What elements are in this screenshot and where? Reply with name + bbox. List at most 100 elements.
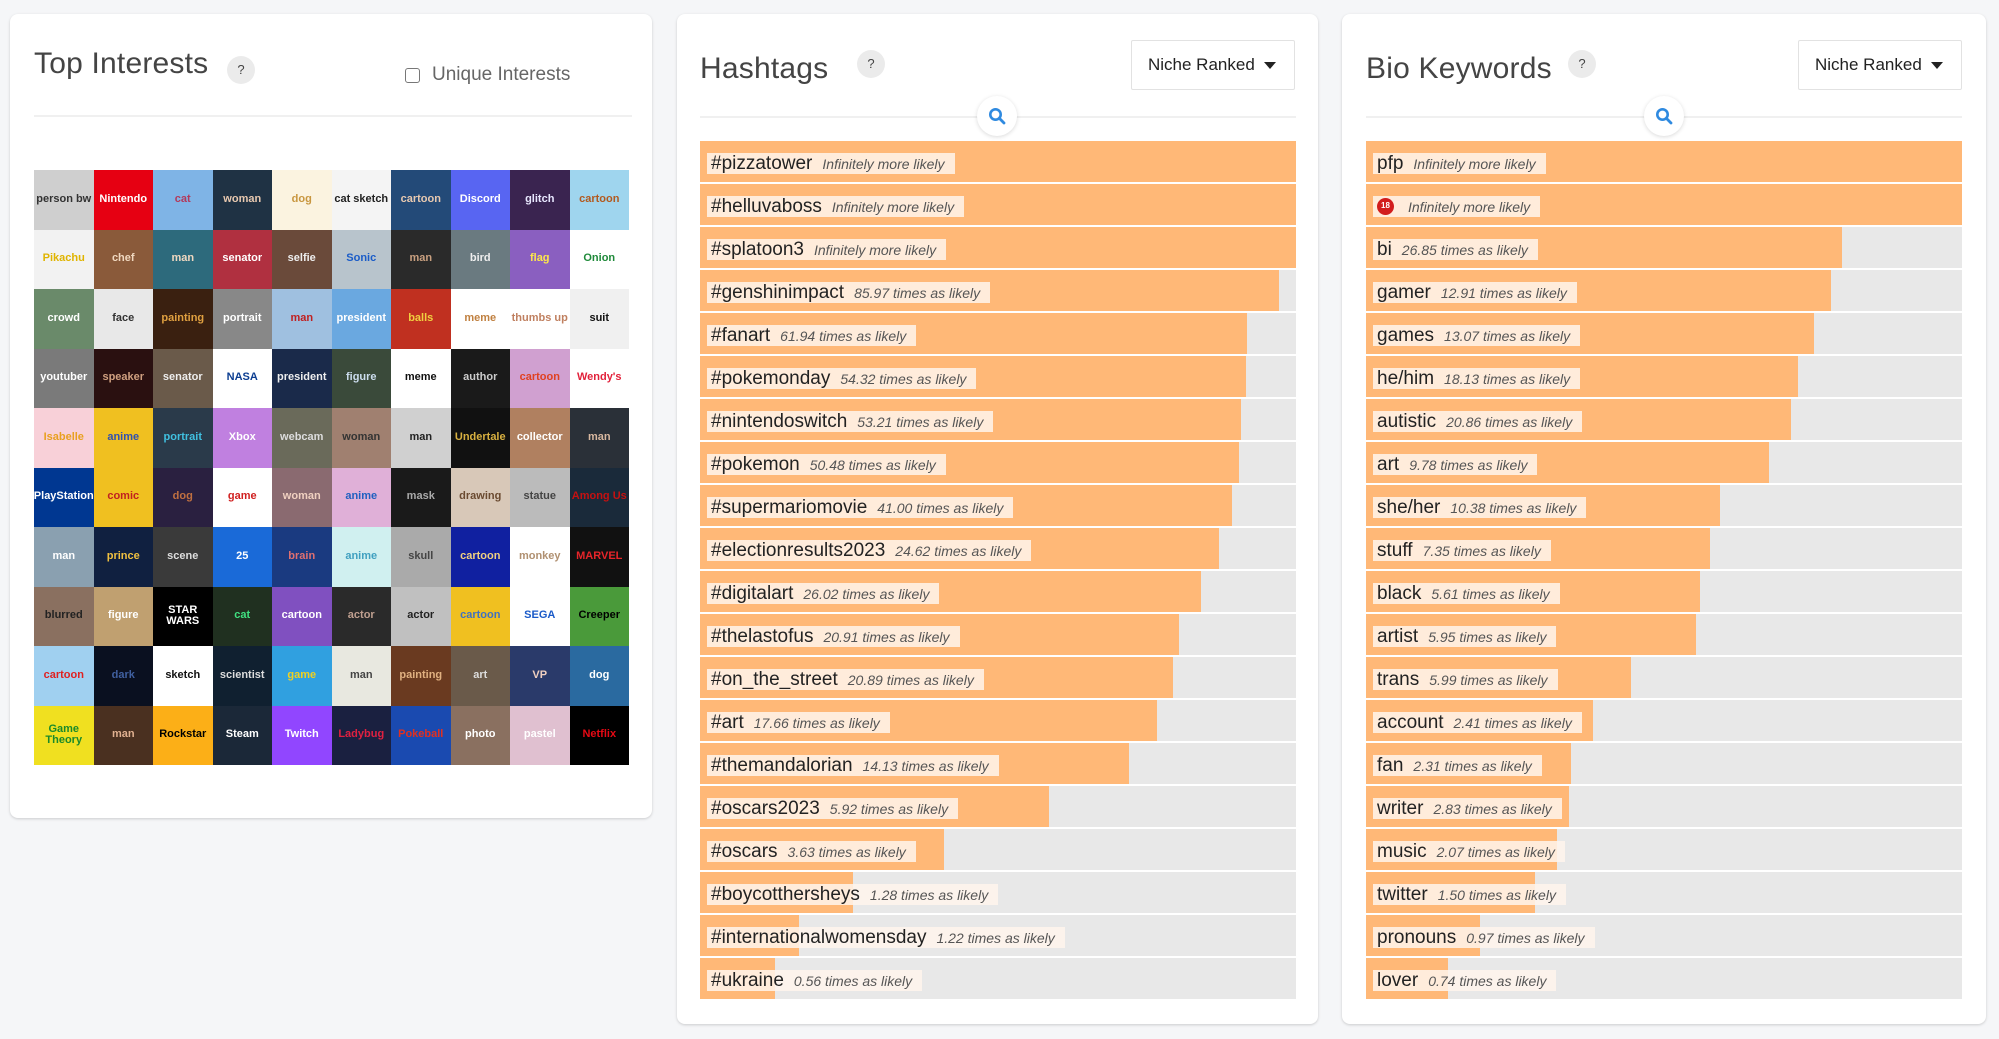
bio-keyword-row[interactable]: lover 0.74 times as likely xyxy=(1366,958,1962,999)
interest-avatar[interactable]: Xbox xyxy=(212,408,272,468)
interest-avatar[interactable]: cartoon xyxy=(510,348,570,408)
bio-keyword-row[interactable]: art 9.78 times as likely xyxy=(1366,442,1962,483)
interest-avatar[interactable]: cat xyxy=(212,586,272,646)
hashtag-row[interactable]: #pokemonday 54.32 times as likely xyxy=(700,356,1296,397)
bio-keyword-row[interactable]: pronouns 0.97 times as likely xyxy=(1366,915,1962,956)
interest-avatar[interactable]: Among Us xyxy=(569,467,629,527)
interest-avatar[interactable]: woman xyxy=(331,408,391,468)
interest-avatar[interactable]: SEGA xyxy=(510,586,570,646)
interest-avatar[interactable]: PlayStation xyxy=(34,467,94,527)
interest-avatar[interactable]: cartoon xyxy=(569,170,629,230)
interest-avatar[interactable]: president xyxy=(272,348,332,408)
interest-avatar[interactable]: comic xyxy=(93,467,153,527)
interest-avatar[interactable]: mask xyxy=(391,467,451,527)
interest-avatar[interactable]: painting xyxy=(153,289,213,349)
interest-avatar[interactable]: dark xyxy=(93,646,153,706)
hashtag-row[interactable]: #splatoon3 Infinitely more likely xyxy=(700,227,1296,268)
hashtag-row[interactable]: #digitalart 26.02 times as likely xyxy=(700,571,1296,612)
interest-avatar[interactable]: man xyxy=(569,408,629,468)
interest-avatar[interactable]: art xyxy=(450,646,510,706)
interest-avatar[interactable]: actor xyxy=(391,586,451,646)
interest-avatar[interactable]: speaker xyxy=(93,348,153,408)
interest-avatar[interactable]: man xyxy=(391,229,451,289)
hashtag-row[interactable]: #internationalwomensday 1.22 times as lik… xyxy=(700,915,1296,956)
bio-keyword-row[interactable]: twitter 1.50 times as likely xyxy=(1366,872,1962,913)
checkbox-icon[interactable] xyxy=(405,67,420,83)
interest-avatar[interactable]: man xyxy=(331,646,391,706)
unique-interests-checkbox[interactable]: Unique Interests xyxy=(405,64,570,86)
search-button[interactable] xyxy=(1644,96,1684,136)
interest-avatar[interactable]: flag xyxy=(510,229,570,289)
interest-avatar[interactable]: cartoon xyxy=(391,170,451,230)
interest-avatar[interactable]: scientist xyxy=(212,646,272,706)
interest-avatar[interactable]: selfie xyxy=(272,229,332,289)
hashtag-row[interactable]: #pokemon 50.48 times as likely xyxy=(700,442,1296,483)
hashtag-row[interactable]: #supermariomovie 41.00 times as likely xyxy=(700,485,1296,526)
bio-keyword-row[interactable]: music 2.07 times as likely xyxy=(1366,829,1962,870)
interest-avatar[interactable]: statue xyxy=(510,467,570,527)
interest-avatar[interactable]: person bw xyxy=(34,170,94,230)
interest-avatar[interactable]: suit xyxy=(569,289,629,349)
interest-avatar[interactable]: Twitch xyxy=(272,705,332,765)
interest-avatar[interactable]: meme xyxy=(450,289,510,349)
interest-avatar[interactable]: glitch xyxy=(510,170,570,230)
interest-avatar[interactable]: dog xyxy=(569,646,629,706)
interest-avatar[interactable]: man xyxy=(34,527,94,587)
interest-avatar[interactable]: chef xyxy=(93,229,153,289)
interest-avatar[interactable]: NASA xyxy=(212,348,272,408)
bio-keyword-row[interactable]: black 5.61 times as likely xyxy=(1366,571,1962,612)
interest-avatar[interactable]: figure xyxy=(331,348,391,408)
interest-avatar[interactable]: portrait xyxy=(212,289,272,349)
sort-dropdown[interactable]: Niche Ranked xyxy=(1131,40,1295,90)
interest-avatar[interactable]: thumbs up xyxy=(510,289,570,349)
interest-avatar[interactable]: cartoon xyxy=(450,586,510,646)
hashtag-row[interactable]: #genshinimpact 85.97 times as likely xyxy=(700,270,1296,311)
bio-keyword-row[interactable]: Infinitely more likely xyxy=(1366,184,1962,225)
interest-avatar[interactable]: Undertale xyxy=(450,408,510,468)
hashtag-row[interactable]: #themandalorian 14.13 times as likely xyxy=(700,743,1296,784)
bio-keyword-row[interactable]: stuff 7.35 times as likely xyxy=(1366,528,1962,569)
hashtag-row[interactable]: #boycotthersheys 1.28 times as likely xyxy=(700,872,1296,913)
interest-avatar[interactable]: Pikachu xyxy=(34,229,94,289)
interest-avatar[interactable]: MARVEL xyxy=(569,527,629,587)
interest-avatar[interactable]: painting xyxy=(391,646,451,706)
interest-avatar[interactable]: figure xyxy=(93,586,153,646)
hashtag-row[interactable]: #oscars2023 5.92 times as likely xyxy=(700,786,1296,827)
hashtag-row[interactable]: #on_the_street 20.89 times as likely xyxy=(700,657,1296,698)
interest-avatar[interactable]: monkey xyxy=(510,527,570,587)
interest-avatar[interactable]: senator xyxy=(153,348,213,408)
interest-avatar[interactable]: game xyxy=(212,467,272,527)
interest-avatar[interactable]: face xyxy=(93,289,153,349)
bio-keyword-row[interactable]: trans 5.99 times as likely xyxy=(1366,657,1962,698)
interest-avatar[interactable]: man xyxy=(153,229,213,289)
interest-avatar[interactable]: president xyxy=(331,289,391,349)
interest-avatar[interactable]: woman xyxy=(272,467,332,527)
interest-avatar[interactable]: Wendy's xyxy=(569,348,629,408)
interest-avatar[interactable]: meme xyxy=(391,348,451,408)
interest-avatar[interactable]: webcam xyxy=(272,408,332,468)
interest-avatar[interactable]: balls xyxy=(391,289,451,349)
interest-avatar[interactable]: man xyxy=(93,705,153,765)
interest-avatar[interactable]: collector xyxy=(510,408,570,468)
interest-avatar[interactable]: Pokeball xyxy=(391,705,451,765)
bio-keyword-row[interactable]: fan 2.31 times as likely xyxy=(1366,743,1962,784)
interest-avatar[interactable]: senator xyxy=(212,229,272,289)
hashtag-row[interactable]: #electionresults2023 24.62 times as likel… xyxy=(700,528,1296,569)
interest-avatar[interactable]: blurred xyxy=(34,586,94,646)
interest-avatar[interactable]: cat sketch xyxy=(331,170,391,230)
bio-keyword-row[interactable]: account 2.41 times as likely xyxy=(1366,700,1962,741)
hashtag-row[interactable]: #fanart 61.94 times as likely xyxy=(700,313,1296,354)
search-button[interactable] xyxy=(977,96,1017,136)
interest-avatar[interactable]: brain xyxy=(272,527,332,587)
bio-keyword-row[interactable]: pfp Infinitely more likely xyxy=(1366,141,1962,182)
interest-avatar[interactable]: game xyxy=(272,646,332,706)
interest-avatar[interactable]: man xyxy=(272,289,332,349)
sort-dropdown[interactable]: Niche Ranked xyxy=(1798,40,1962,90)
interest-avatar[interactable]: cartoon xyxy=(34,646,94,706)
interest-avatar[interactable]: anime xyxy=(331,467,391,527)
interest-avatar[interactable]: Ladybug xyxy=(331,705,391,765)
help-button[interactable]: ? xyxy=(1568,50,1596,78)
interest-avatar[interactable]: Game Theory xyxy=(34,705,94,765)
interest-avatar[interactable]: drawing xyxy=(450,467,510,527)
interest-avatar[interactable]: cartoon xyxy=(272,586,332,646)
